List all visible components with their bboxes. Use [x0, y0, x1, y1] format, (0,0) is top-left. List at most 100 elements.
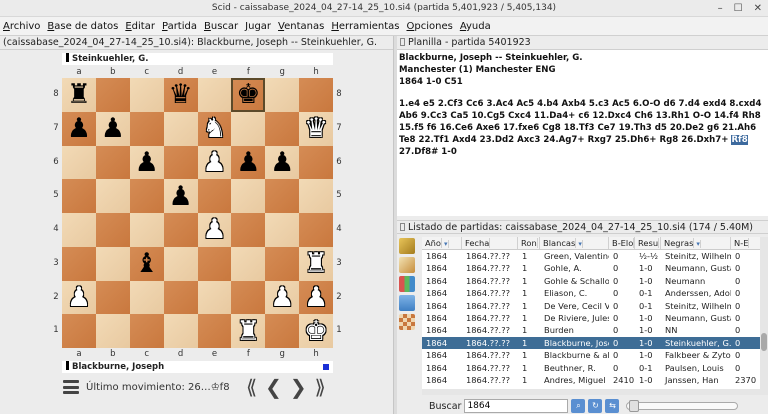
white-pawn-icon[interactable]: ♟ — [270, 284, 294, 311]
square-b4[interactable] — [95, 213, 130, 247]
table-row[interactable]: 1864 1864.??.?? 1 Gohle & Schallopp 0 1-0 Neum… — [422, 275, 768, 287]
square-d6[interactable] — [163, 145, 198, 180]
square-d2[interactable] — [163, 280, 198, 315]
square-c7[interactable] — [129, 111, 164, 146]
table-row[interactable]: 1864 1864.??.?? 1 De Riviere, Jules 0 1-0 Neum… — [422, 312, 768, 324]
black-pawn-icon[interactable]: ♟ — [101, 115, 125, 142]
refresh-icon[interactable]: ↻ — [588, 399, 603, 413]
chess-board[interactable]: ♜ ♛ ♚ ♟ ♟ ♞ ♛ ♟ ♟ ♟ ♟ ♟ ♟ ♝ ♜ ♟ ♟ ♟ ♜ ♚ — [62, 78, 333, 348]
square-h3[interactable]: ♜ — [299, 246, 333, 281]
square-f3[interactable] — [231, 246, 266, 281]
square-g3[interactable] — [265, 246, 300, 281]
square-d8[interactable]: ♛ — [163, 78, 198, 112]
white-rook-icon[interactable]: ♜ — [236, 318, 260, 345]
square-c4[interactable] — [129, 213, 164, 247]
square-c8[interactable] — [129, 78, 164, 112]
undock-icon[interactable] — [400, 38, 405, 46]
square-f6[interactable]: ♟ — [231, 145, 266, 180]
table-row[interactable]: 1864 1864.??.?? 1 Blackburne, Joseph 0 1-0 Ste… — [422, 336, 768, 350]
current-move[interactable]: Rf8 — [731, 134, 748, 145]
square-h1[interactable]: ♚ — [299, 314, 333, 348]
close-icon[interactable]: ✕ — [754, 0, 762, 17]
database-icon[interactable] — [399, 238, 415, 254]
table-row[interactable]: 1864 1864.??.?? 1 Beuthner, R. 0 0-1 Paulsen, … — [422, 362, 768, 374]
white-queen-icon[interactable]: ♛ — [304, 115, 328, 142]
table-row[interactable]: 1864 1864.??.?? 1 Gohle, A. 0 1-0 Neumann, Gus… — [422, 262, 768, 274]
column-header[interactable]: Negras ▾ — [661, 237, 731, 249]
white-pawn-icon[interactable]: ♟ — [304, 284, 328, 311]
white-pawn-icon[interactable]: ♟ — [202, 149, 226, 176]
square-e7[interactable]: ♞ — [197, 111, 232, 146]
square-h4[interactable] — [299, 213, 333, 247]
menu-editar[interactable]: Editar — [125, 21, 155, 32]
black-rook-icon[interactable]: ♜ — [67, 81, 91, 108]
square-f8[interactable]: ♚ — [231, 78, 266, 112]
first-move-button[interactable]: ⟪ — [246, 375, 257, 399]
menu-herramientas[interactable]: Herramientas — [331, 21, 399, 32]
white-rook-icon[interactable]: ♜ — [304, 250, 328, 277]
square-c1[interactable] — [129, 314, 164, 348]
notation-tab[interactable]: Planilla - partida 5401923 — [397, 36, 768, 50]
maximize-icon[interactable]: ☐ — [734, 0, 743, 17]
minimize-icon[interactable]: – — [718, 0, 723, 17]
square-a5[interactable] — [62, 179, 96, 213]
square-b1[interactable] — [95, 314, 130, 348]
square-a4[interactable] — [62, 213, 96, 247]
square-c6[interactable]: ♟ — [129, 145, 164, 180]
menu-ventanas[interactable]: Ventanas — [278, 21, 324, 32]
black-king-icon[interactable]: ♚ — [236, 81, 260, 108]
square-c2[interactable] — [129, 280, 164, 315]
column-header[interactable]: Blancas ▾ — [540, 237, 609, 249]
next-move-button[interactable]: ❯ — [290, 375, 307, 399]
square-g1[interactable] — [265, 314, 300, 348]
column-header[interactable]: N-E — [731, 237, 761, 249]
square-b8[interactable] — [95, 78, 130, 112]
filter-search-icon[interactable] — [399, 257, 415, 273]
square-a3[interactable] — [62, 246, 96, 281]
black-pawn-icon[interactable]: ♟ — [236, 149, 260, 176]
column-header[interactable]: Fecha — [462, 237, 518, 249]
square-d4[interactable] — [163, 213, 198, 247]
black-bishop-icon[interactable]: ♝ — [135, 250, 159, 277]
square-g5[interactable] — [265, 179, 300, 213]
square-f7[interactable] — [231, 111, 266, 146]
square-g6[interactable]: ♟ — [265, 145, 300, 180]
square-h6[interactable] — [299, 145, 333, 180]
white-knight-icon[interactable]: ♞ — [202, 115, 226, 142]
square-a8[interactable]: ♜ — [62, 78, 96, 112]
moves-before[interactable]: 1.e4 e5 2.Cf3 Cc6 3.Ac4 Ac5 4.b4 Axb4 5.… — [399, 99, 761, 144]
search-icon[interactable]: ⌕ — [571, 399, 586, 413]
list-slider[interactable] — [626, 400, 739, 412]
menu-partida[interactable]: Partida — [162, 21, 197, 32]
square-b2[interactable] — [95, 280, 130, 315]
hamburger-menu-icon[interactable] — [63, 380, 79, 394]
table-row[interactable]: 1864 1864.??.?? 1 Burden 0 1-0 NN 0 — [422, 324, 768, 336]
square-a6[interactable] — [62, 145, 96, 180]
menu-opciones[interactable]: Opciones — [406, 21, 452, 32]
horizontal-scrollbar[interactable] — [422, 389, 768, 395]
white-pawn-icon[interactable]: ♟ — [67, 284, 91, 311]
layout-icon[interactable] — [399, 295, 415, 311]
reset-filter-icon[interactable]: ⇆ — [605, 399, 620, 413]
table-row[interactable]: 1864 1864.??.?? 1 De Vere, Cecil V 0 0-1 Stein… — [422, 300, 768, 312]
square-e6[interactable]: ♟ — [197, 145, 232, 180]
square-f5[interactable] — [231, 179, 266, 213]
square-e1[interactable] — [197, 314, 232, 348]
square-c5[interactable] — [129, 179, 164, 213]
white-king-icon[interactable]: ♚ — [304, 318, 328, 345]
square-d3[interactable] — [163, 246, 198, 281]
column-header[interactable]: Ron — [518, 237, 540, 249]
square-g4[interactable] — [265, 213, 300, 247]
game-list-tab[interactable]: Listado de partidas: caissabase_2024_04_… — [397, 220, 768, 234]
square-b5[interactable] — [95, 179, 130, 213]
square-d5[interactable]: ♟ — [163, 179, 198, 213]
square-b6[interactable] — [95, 145, 130, 180]
black-queen-icon[interactable]: ♛ — [168, 81, 192, 108]
white-pawn-icon[interactable]: ♟ — [202, 216, 226, 243]
square-a7[interactable]: ♟ — [62, 111, 96, 146]
vertical-scrollbar[interactable] — [760, 237, 768, 389]
square-b3[interactable] — [95, 246, 130, 281]
table-row[interactable]: 1864 1864.??.?? 1 Blackburne & allies 0 1-0 Fa… — [422, 349, 768, 361]
square-f4[interactable] — [231, 213, 266, 247]
table-row[interactable]: 1864 1864.??.?? 1 Eliason, C. 0 0-1 Anderssen,… — [422, 287, 768, 299]
